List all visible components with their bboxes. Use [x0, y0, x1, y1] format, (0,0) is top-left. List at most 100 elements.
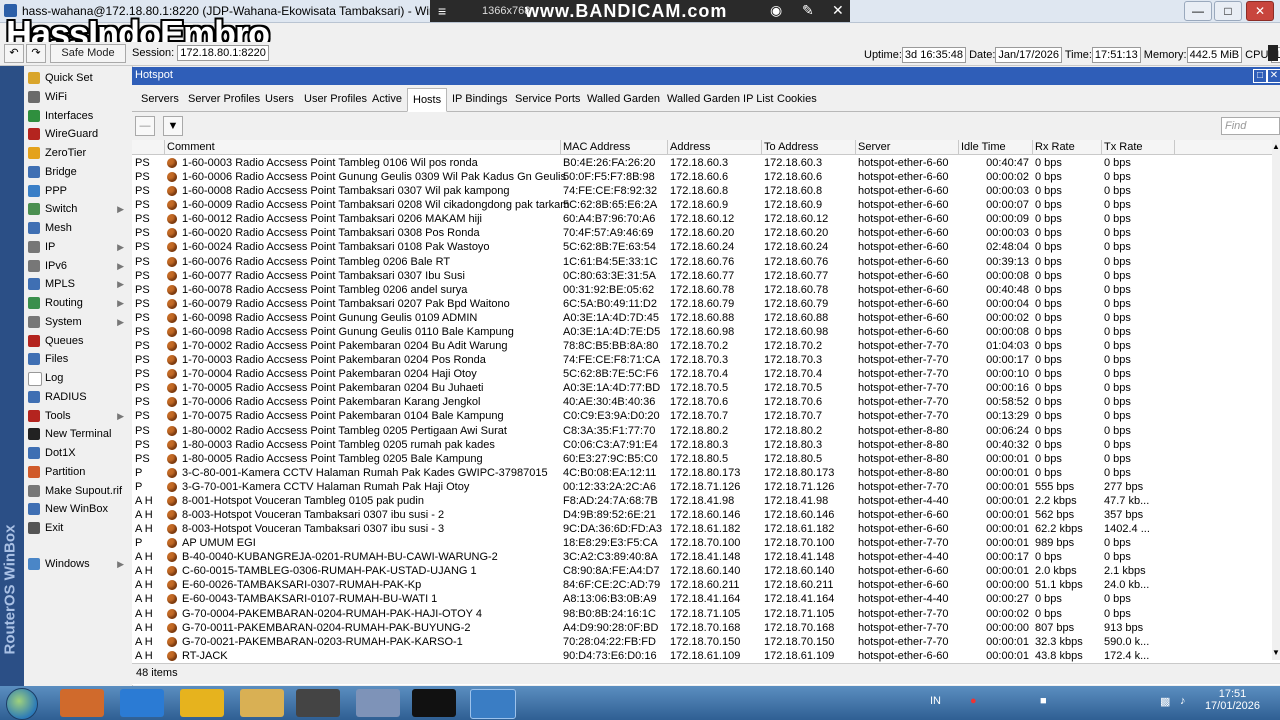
table-row[interactable]: A H G-70-0021-PAKEMBARAN-0203-RUMAH-PAK-K… [132, 635, 1272, 649]
table-row[interactable]: PS 1-60-0098 Radio Accsess Point Gunung G… [132, 325, 1272, 339]
tab-server-profiles[interactable]: Server Profiles [183, 90, 265, 109]
tray-app-icon[interactable]: ■ [1040, 695, 1047, 707]
table-row[interactable]: P 3-C-80-001-Kamera CCTV Halaman Rumah Pa… [132, 466, 1272, 480]
table-row[interactable]: PS 1-60-0009 Radio Accsess Point Tambaksa… [132, 198, 1272, 212]
safe-mode-button[interactable]: Safe Mode [50, 44, 126, 63]
volume-icon[interactable]: ♪ [1180, 695, 1186, 707]
tab-users[interactable]: Users [260, 90, 299, 109]
pause-icon[interactable]: ≡ [438, 3, 446, 19]
sidebar-item-system[interactable]: System ▶ [26, 313, 130, 331]
tab-servers[interactable]: Servers [136, 90, 184, 109]
sidebar-item-files[interactable]: Files [26, 350, 130, 368]
undo-icon[interactable]: ↶ [4, 44, 24, 63]
sidebar-item-zerotier[interactable]: ZeroTier [26, 144, 130, 162]
tab-user-profiles[interactable]: User Profiles [299, 90, 372, 109]
taskbar-clock[interactable]: 17:51 17/01/2026 [1205, 688, 1260, 712]
sidebar-item-make-supout-rif[interactable]: Make Supout.rif [26, 482, 130, 500]
camera-icon[interactable]: ◉ [770, 2, 782, 19]
column-separator[interactable] [1032, 140, 1033, 154]
table-row[interactable]: PS 1-60-0077 Radio Accsess Point Tambaksa… [132, 269, 1272, 283]
winbox-active-icon[interactable] [470, 689, 516, 719]
table-row[interactable]: A H 8-003-Hotspot Vouceran Tambaksari 030… [132, 522, 1272, 536]
table-row[interactable]: PS 1-70-0075 Radio Accsess Point Pakembar… [132, 409, 1272, 423]
sidebar-item-interfaces[interactable]: Interfaces [26, 107, 130, 125]
sidebar-item-partition[interactable]: Partition [26, 463, 130, 481]
tab-service-ports[interactable]: Service Ports [510, 90, 585, 109]
table-row[interactable]: P 3-G-70-001-Kamera CCTV Halaman Rumah Pa… [132, 480, 1272, 494]
sidebar-item-wifi[interactable]: WiFi [26, 88, 130, 106]
column-header[interactable]: Server [858, 141, 890, 153]
sidebar-item-new-winbox[interactable]: New WinBox [26, 500, 130, 518]
sidebar-item-radius[interactable]: RADIUS [26, 388, 130, 406]
cmd-terminal-icon[interactable] [412, 689, 456, 717]
sidebar-item-quick-set[interactable]: Quick Set [26, 69, 130, 87]
sidebar-item-new-terminal[interactable]: New Terminal [26, 425, 130, 443]
sidebar-item-dot1x[interactable]: Dot1X [26, 444, 130, 462]
sidebar-item-ip[interactable]: IP ▶ [26, 238, 130, 256]
table-row[interactable]: PS 1-70-0006 Radio Accsess Point Pakembar… [132, 395, 1272, 409]
column-header[interactable]: Tx Rate [1104, 141, 1143, 153]
tab-hosts[interactable]: Hosts [407, 88, 448, 112]
column-header[interactable]: To Address [764, 141, 818, 153]
tab-active[interactable]: Active [367, 90, 407, 109]
bandicam-close-icon[interactable]: ✕ [832, 2, 844, 19]
sidebar-item-wireguard[interactable]: WireGuard [26, 125, 130, 143]
table-row[interactable]: PS 1-60-0012 Radio Accsess Point Tambaksa… [132, 212, 1272, 226]
redo-icon[interactable]: ↷ [26, 44, 46, 63]
sidebar-item-mpls[interactable]: MPLS ▶ [26, 275, 130, 293]
close-button[interactable]: ✕ [1246, 1, 1274, 21]
sidebar-item-mesh[interactable]: Mesh [26, 219, 130, 237]
language-indicator[interactable]: IN [930, 695, 941, 707]
sidebar-item-exit[interactable]: Exit [26, 519, 130, 537]
column-separator[interactable] [1101, 140, 1102, 154]
ie-browser-icon[interactable] [120, 689, 164, 717]
sidebar-item-switch[interactable]: Switch ▶ [26, 200, 130, 218]
table-row[interactable]: A H E-60-0043-TAMBAKSARI-0107-RUMAH-BU-WA… [132, 592, 1272, 606]
table-row[interactable]: A H 8-001-Hotspot Vouceran Tambleg 0105 p… [132, 494, 1272, 508]
maximize-button[interactable]: □ [1214, 1, 1242, 21]
minimize-button[interactable]: — [1184, 1, 1212, 21]
bandicam-taskbar-icon[interactable] [296, 689, 340, 717]
scroll-down-icon[interactable]: ▼ [1272, 648, 1280, 657]
network-icon[interactable]: ▩ [1160, 695, 1170, 708]
sidebar-item-bridge[interactable]: Bridge [26, 163, 130, 181]
column-header[interactable]: Rx Rate [1035, 141, 1075, 153]
table-row[interactable]: PS 1-80-0005 Radio Accsess Point Tambleg … [132, 452, 1272, 466]
column-separator[interactable] [560, 140, 561, 154]
column-header[interactable]: Address [670, 141, 710, 153]
table-row[interactable]: PS 1-60-0024 Radio Accsess Point Tambaksa… [132, 240, 1272, 254]
column-separator[interactable] [958, 140, 959, 154]
tab-walled-garden-ip-list[interactable]: Walled Garden IP List [662, 90, 778, 109]
column-separator[interactable] [855, 140, 856, 154]
table-row[interactable]: A H RT-JACK 90:D4:73:E6:D0:16 172.18.61.109… [132, 649, 1272, 663]
sidebar-item-routing[interactable]: Routing ▶ [26, 294, 130, 312]
sidebar-item-queues[interactable]: Queues [26, 332, 130, 350]
table-row[interactable]: PS 1-70-0005 Radio Accsess Point Pakembar… [132, 381, 1272, 395]
column-separator[interactable] [667, 140, 668, 154]
table-row[interactable]: A H E-60-0026-TAMBAKSARI-0307-RUMAH-PAK-K… [132, 578, 1272, 592]
record-icon[interactable]: ● [970, 695, 977, 707]
column-header[interactable]: Idle Time [961, 141, 1006, 153]
sidebar-item-tools[interactable]: Tools ▶ [26, 407, 130, 425]
tab-cookies[interactable]: Cookies [772, 90, 822, 109]
start-button[interactable] [6, 688, 38, 720]
table-row[interactable]: A H G-70-0011-PAKEMBARAN-0204-RUMAH-PAK-B… [132, 621, 1272, 635]
sidebar-item-log[interactable]: Log [26, 369, 130, 387]
tab-walled-garden[interactable]: Walled Garden [582, 90, 665, 109]
table-row[interactable]: PS 1-70-0003 Radio Accsess Point Pakembar… [132, 353, 1272, 367]
table-row[interactable]: P AP UMUM EGI 18:E8:29:E3:F5:CA 172.18.70.1… [132, 536, 1272, 550]
table-row[interactable]: PS 1-60-0008 Radio Accsess Point Tambaksa… [132, 184, 1272, 198]
file-explorer-icon[interactable] [240, 689, 284, 717]
column-separator[interactable] [164, 140, 165, 154]
table-row[interactable]: A H 8-003-Hotspot Vouceran Tambaksari 030… [132, 508, 1272, 522]
table-row[interactable]: PS 1-60-0020 Radio Accsess Point Tambaksa… [132, 226, 1272, 240]
table-row[interactable]: PS 1-80-0002 Radio Accsess Point Tambleg … [132, 424, 1272, 438]
table-row[interactable]: PS 1-60-0006 Radio Accsess Point Gunung G… [132, 170, 1272, 184]
find-input[interactable]: Find [1221, 117, 1280, 135]
chrome-browser-icon[interactable] [180, 689, 224, 717]
table-row[interactable]: PS 1-60-0079 Radio Accsess Point Tambaksa… [132, 297, 1272, 311]
table-row[interactable]: A H B-40-0040-KUBANGREJA-0201-RUMAH-BU-CA… [132, 550, 1272, 564]
scroll-up-icon[interactable]: ▲ [1272, 142, 1280, 151]
media-player-icon[interactable] [60, 689, 104, 717]
filter-icon[interactable]: ▼ [163, 116, 183, 136]
